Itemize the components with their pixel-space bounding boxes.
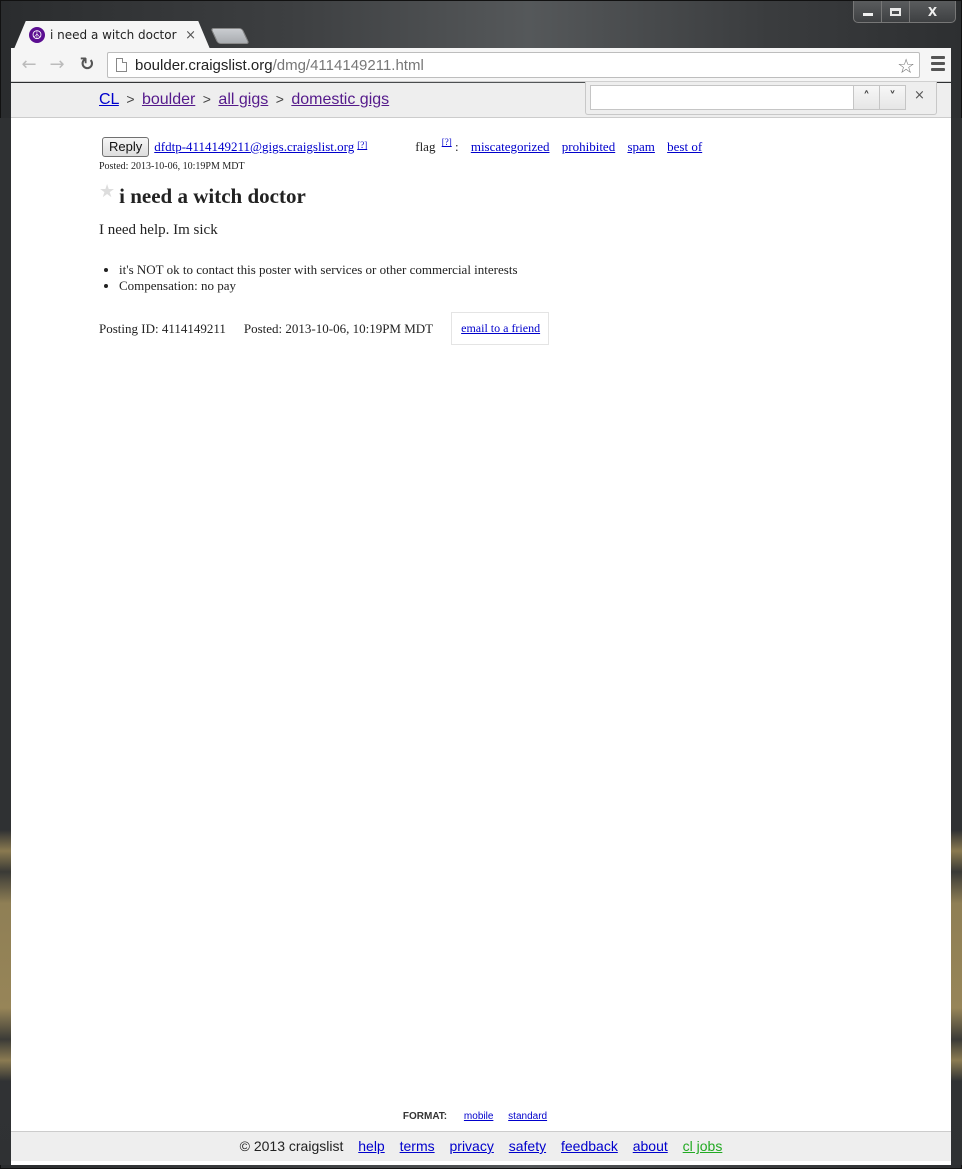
window-controls: X <box>853 1 956 23</box>
page-content: CL > boulder > all gigs > domestic gigs … <box>11 82 951 1165</box>
reply-button[interactable]: Reply <box>102 137 150 157</box>
url-host: boulder.craigslist.org <box>135 56 273 74</box>
email-to-friend-box: email to a friend <box>451 312 550 345</box>
breadcrumb-boulder[interactable]: boulder <box>142 91 195 108</box>
browser-toolbar: ← → ↻ boulder.craigslist.org/dmg/4114149… <box>11 48 951 82</box>
breadcrumb-cl[interactable]: CL <box>99 91 119 108</box>
close-window-icon: X <box>927 4 938 19</box>
posting-infos: Posting ID: 4114149211 Posted: 2013-10-0… <box>99 312 859 345</box>
favorite-star-icon[interactable]: ★ <box>99 181 115 202</box>
find-next-chevron-down-icon[interactable]: ˅ <box>879 85 906 110</box>
tab-close-icon[interactable]: × <box>185 28 196 43</box>
notice-item: Compensation: no pay <box>119 278 859 294</box>
find-close-icon[interactable]: × <box>914 88 925 103</box>
posted-date: Posted: 2013-10-06, 10:19PM MDT <box>243 320 434 336</box>
posted-date-small: Posted: 2013-10-06, 10:19PM MDT <box>99 161 245 172</box>
title-row: ★ i need a witch doctor <box>99 181 859 209</box>
footer-cl-jobs-link[interactable]: cl jobs <box>683 1138 723 1154</box>
address-bar[interactable]: boulder.craigslist.org/dmg/4114149211.ht… <box>107 52 920 78</box>
flag-spam-link[interactable]: spam <box>627 139 654 154</box>
browser-tab-active[interactable]: ☮ i need a witch doctor × <box>14 21 210 49</box>
page-icon <box>116 58 127 72</box>
footer-terms-link[interactable]: terms <box>400 1138 435 1154</box>
email-to-friend-link[interactable]: email to a friend <box>461 321 540 335</box>
url-path: /dmg/4114149211.html <box>272 56 424 74</box>
format-selector: FORMAT: mobile standard <box>11 1111 951 1122</box>
format-label: FORMAT: <box>402 1111 448 1122</box>
url-text[interactable]: boulder.craigslist.org/dmg/4114149211.ht… <box>135 57 424 74</box>
close-window-button[interactable]: X <box>910 1 955 22</box>
back-arrow-icon[interactable]: ← <box>17 53 41 77</box>
breadcrumb: CL > boulder > all gigs > domestic gigs <box>99 91 389 109</box>
reply-row: Reply dfdtp-4114149211@gigs.craigslist.o… <box>99 136 859 158</box>
bookmark-star-icon[interactable]: ☆ <box>897 54 915 78</box>
posting-title: i need a witch doctor <box>119 184 306 208</box>
breadcrumb-bar: CL > boulder > all gigs > domestic gigs … <box>11 82 951 118</box>
footer-about-link[interactable]: about <box>633 1138 668 1154</box>
format-standard-link[interactable]: standard <box>508 1111 547 1122</box>
posting-body: I need help. Im sick <box>99 222 218 238</box>
copyright: © 2013 craigslist <box>239 1138 344 1154</box>
reply-help-link[interactable]: [?] <box>357 140 367 150</box>
maximize-icon <box>890 7 901 16</box>
reply-email-link[interactable]: dfdtp-4114149211@gigs.craigslist.org <box>154 139 354 155</box>
reload-icon[interactable]: ↻ <box>75 53 99 77</box>
tab-title: i need a witch doctor <box>50 28 177 42</box>
flag-help-link[interactable]: [?] <box>442 137 452 147</box>
footer-help-link[interactable]: help <box>358 1138 384 1154</box>
flag-section: flag [?] : miscategorized prohibited spa… <box>415 137 702 155</box>
notices-list: it's NOT ok to contact this poster with … <box>99 262 859 294</box>
breadcrumb-separator: > <box>275 91 284 107</box>
find-bar: ˄ ˅ × <box>585 82 937 115</box>
forward-arrow-icon[interactable]: → <box>45 53 69 77</box>
maximize-button[interactable] <box>882 1 910 22</box>
footer: © 2013 craigslist help terms privacy saf… <box>11 1131 951 1161</box>
minimize-icon <box>862 13 873 16</box>
notice-item: it's NOT ok to contact this poster with … <box>119 262 859 278</box>
breadcrumb-domestic-gigs[interactable]: domestic gigs <box>291 91 389 108</box>
footer-feedback-link[interactable]: feedback <box>561 1138 618 1154</box>
breadcrumb-all-gigs[interactable]: all gigs <box>218 91 268 108</box>
flag-miscategorized-link[interactable]: miscategorized <box>471 139 550 154</box>
window-edge-right <box>951 118 962 1165</box>
new-tab-button[interactable] <box>210 28 250 44</box>
footer-safety-link[interactable]: safety <box>509 1138 546 1154</box>
footer-privacy-link[interactable]: privacy <box>450 1138 494 1154</box>
hamburger-menu-icon[interactable] <box>931 56 945 74</box>
flag-prohibited-link[interactable]: prohibited <box>562 139 615 154</box>
format-mobile-link[interactable]: mobile <box>464 1111 493 1122</box>
find-input[interactable] <box>590 85 854 110</box>
window-edge-left <box>0 118 11 1165</box>
peace-sign-favicon-icon: ☮ <box>29 27 45 43</box>
flag-label: flag <box>415 139 436 154</box>
find-previous-chevron-up-icon[interactable]: ˄ <box>853 85 880 110</box>
breadcrumb-separator: > <box>126 91 135 107</box>
posting-id: Posting ID: 4114149211 <box>99 320 226 336</box>
flag-colon: : <box>454 139 459 154</box>
breadcrumb-separator: > <box>202 91 211 107</box>
minimize-button[interactable] <box>854 1 882 22</box>
flag-best-of-link[interactable]: best of <box>667 139 702 154</box>
posting: Reply dfdtp-4114149211@gigs.craigslist.o… <box>99 136 859 345</box>
